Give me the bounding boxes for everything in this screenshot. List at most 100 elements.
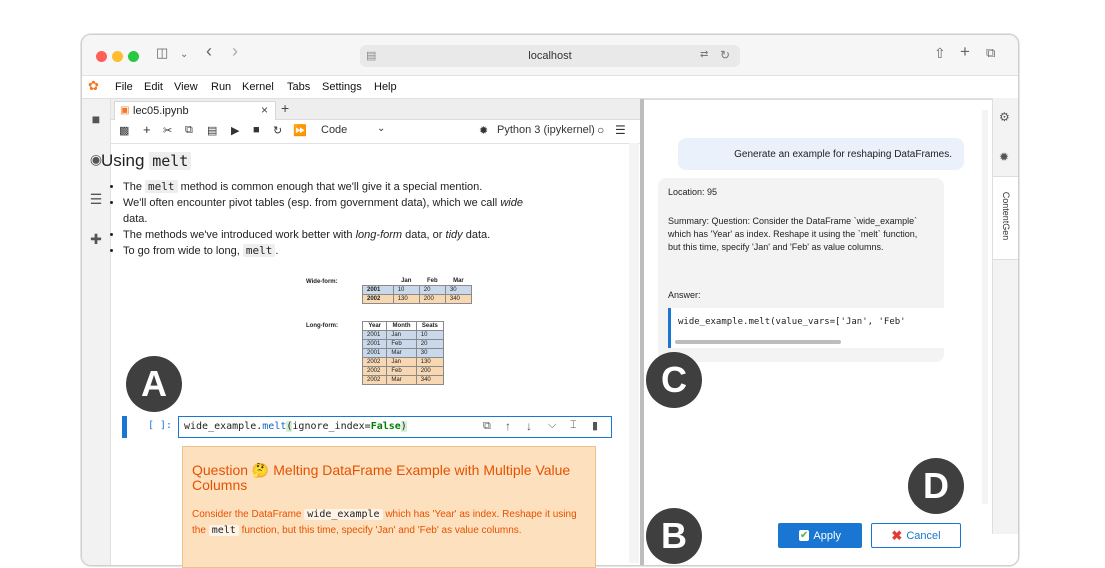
save-icon[interactable]: ▩ <box>119 124 129 137</box>
insert-below-icon[interactable]: ⌶ <box>570 419 577 432</box>
table-row: 2001 Jan 10 <box>361 330 445 340</box>
run-all-icon[interactable]: ⏩ <box>293 124 307 137</box>
table-header: Seats <box>415 321 445 331</box>
table-header: Month <box>386 321 417 331</box>
tab-strip: ▣ lec05.ipynb × + <box>111 99 641 120</box>
delete-cell-icon[interactable]: ▮ <box>592 419 598 432</box>
cell-prompt: [ ]: <box>148 420 173 431</box>
table-row: 2002 Jan 130 <box>361 357 445 367</box>
duplicate-cell-icon[interactable]: ⧉ <box>483 420 491 433</box>
tab-overview-icon[interactable]: ⧉ <box>986 45 995 61</box>
property-inspector-icon[interactable]: ⚙ <box>999 110 1010 124</box>
tab-notebook[interactable]: ▣ lec05.ipynb × <box>114 101 276 120</box>
menu-tabs[interactable]: Tabs <box>287 81 310 93</box>
panel-top-border <box>644 99 1018 100</box>
menu-file[interactable]: File <box>115 81 133 93</box>
question-text: Consider the DataFrame wide_example whic… <box>192 509 577 536</box>
answer-code: wide_example.melt(value_vars=['Jan', 'Fe… <box>678 317 906 327</box>
insert-above-icon[interactable]: ⌵ <box>548 419 556 432</box>
notebook-icon: ▣ <box>120 105 130 116</box>
heading-text: Using <box>101 151 145 170</box>
title-bar: ◫ ⌄ ‹ › ▤ localhost ⇄ ↻ ⇧ + ⧉ <box>82 35 1018 76</box>
run-icon[interactable]: ▶ <box>231 124 239 137</box>
close-window-button[interactable] <box>96 51 107 62</box>
cancel-button[interactable]: ✖ Cancel <box>871 523 961 548</box>
location-text: Location: 95 <box>668 187 718 197</box>
stop-icon[interactable]: ■ <box>253 124 260 136</box>
menu-settings[interactable]: Settings <box>322 81 362 93</box>
user-message-text: Generate an example for reshaping DataFr… <box>734 149 952 160</box>
notebook-scrollbar[interactable] <box>629 143 639 563</box>
forward-icon[interactable]: › <box>232 41 238 62</box>
insert-cell-icon[interactable]: + <box>143 122 151 137</box>
x-icon: ✖ <box>891 527 903 543</box>
copy-icon[interactable]: ⧉ <box>185 124 193 137</box>
table-row: 2001 Mar 30 <box>361 348 445 358</box>
maximize-window-button[interactable] <box>128 51 139 62</box>
horizontal-scrollbar[interactable] <box>675 340 841 344</box>
kernel-name[interactable]: Python 3 (ipykernel) <box>497 124 595 136</box>
annotation-badge-d: D <box>908 458 964 514</box>
translate-icon[interactable]: ⇄ <box>700 49 708 60</box>
address-bar[interactable]: ▤ localhost ⇄ ↻ <box>360 45 740 67</box>
add-tab-icon[interactable]: + <box>281 100 289 116</box>
wide-form-label: Wide-form: <box>306 279 338 285</box>
reload-icon[interactable]: ↻ <box>720 48 730 62</box>
menu-view[interactable]: View <box>174 81 198 93</box>
markdown-cell: Using melt The melt method is common eno… <box>101 151 541 259</box>
inline-code: wide_example <box>304 509 383 520</box>
minimize-window-button[interactable] <box>112 51 123 62</box>
code-line: wide_example.melt(ignore_index=False) <box>184 421 407 432</box>
debugger-icon[interactable]: ✹ <box>999 150 1009 164</box>
table-header: Year <box>361 321 388 331</box>
share-icon[interactable]: ⇧ <box>934 45 946 62</box>
cut-icon[interactable]: ✂ <box>163 124 172 137</box>
menu-icon[interactable]: ☰ <box>615 123 626 137</box>
menu-edit[interactable]: Edit <box>144 81 163 93</box>
table-header: Mar <box>445 277 472 286</box>
paste-icon[interactable]: ▤ <box>207 124 217 137</box>
chevron-down-icon[interactable]: ⌄ <box>377 123 385 134</box>
folder-icon[interactable]: ■ <box>88 111 104 127</box>
menu-bar: ✿ File Edit View Run Kernel Tabs Setting… <box>82 76 1018 99</box>
inline-code: melt <box>242 244 276 257</box>
apply-button[interactable]: ✔ Apply <box>778 523 862 548</box>
kernel-status-icon: ○ <box>597 123 605 137</box>
move-down-icon[interactable]: ↓ <box>526 419 532 433</box>
annotation-badge-c: C <box>646 352 702 408</box>
menu-run[interactable]: Run <box>211 81 231 93</box>
table-row: 2001 10 20 30 <box>362 285 473 295</box>
table-header <box>362 277 394 286</box>
notebook-toolbar: ▩ + ✂ ⧉ ▤ ▶ ■ ↻ ⏩ Code ⌄ ✹ Python 3 (ipy… <box>111 119 641 144</box>
debug-icon[interactable]: ✹ <box>479 124 488 137</box>
list-item: To go from wide to long, melt. <box>123 243 541 259</box>
menu-kernel[interactable]: Kernel <box>242 81 274 93</box>
menu-help[interactable]: Help <box>374 81 397 93</box>
sidebar-toggle-icon[interactable]: ◫ <box>156 45 168 61</box>
table-row: 2002 Mar 340 <box>361 375 445 385</box>
contentgen-label: ContentGen <box>1001 191 1011 241</box>
cell-type-select[interactable]: Code <box>321 124 347 136</box>
panel-scrollbar[interactable] <box>982 110 988 504</box>
annotation-badge-a: A <box>126 356 182 412</box>
move-up-icon[interactable]: ↑ <box>505 419 511 433</box>
code-editor[interactable]: wide_example.melt(ignore_index=False) ⧉ … <box>178 416 612 438</box>
new-tab-icon[interactable]: + <box>960 42 970 62</box>
summary-text: Summary: Question: Consider the DataFram… <box>668 216 918 252</box>
table-row: 2002 130 200 340 <box>362 294 473 304</box>
list-item: The methods we've introduced work better… <box>123 227 541 243</box>
list-item: We'll often encounter pivot tables (esp.… <box>123 195 541 227</box>
table-row: 2001 Feb 20 <box>361 339 445 349</box>
table-header: Jan <box>393 277 420 286</box>
back-icon[interactable]: ‹ <box>206 41 212 62</box>
contentgen-tab[interactable]: ContentGen <box>993 176 1018 260</box>
url-text: localhost <box>528 50 572 62</box>
inline-code: melt <box>208 525 239 536</box>
answer-code-block: wide_example.melt(value_vars=['Jan', 'Fe… <box>668 308 947 348</box>
chevron-down-icon[interactable]: ⌄ <box>180 49 188 60</box>
tab-title: lec05.ipynb <box>133 105 189 117</box>
close-tab-icon[interactable]: × <box>261 103 268 117</box>
bullet-list: The melt method is common enough that we… <box>101 179 541 259</box>
restart-icon[interactable]: ↻ <box>273 124 282 137</box>
long-form-label: Long-form: <box>306 323 338 329</box>
